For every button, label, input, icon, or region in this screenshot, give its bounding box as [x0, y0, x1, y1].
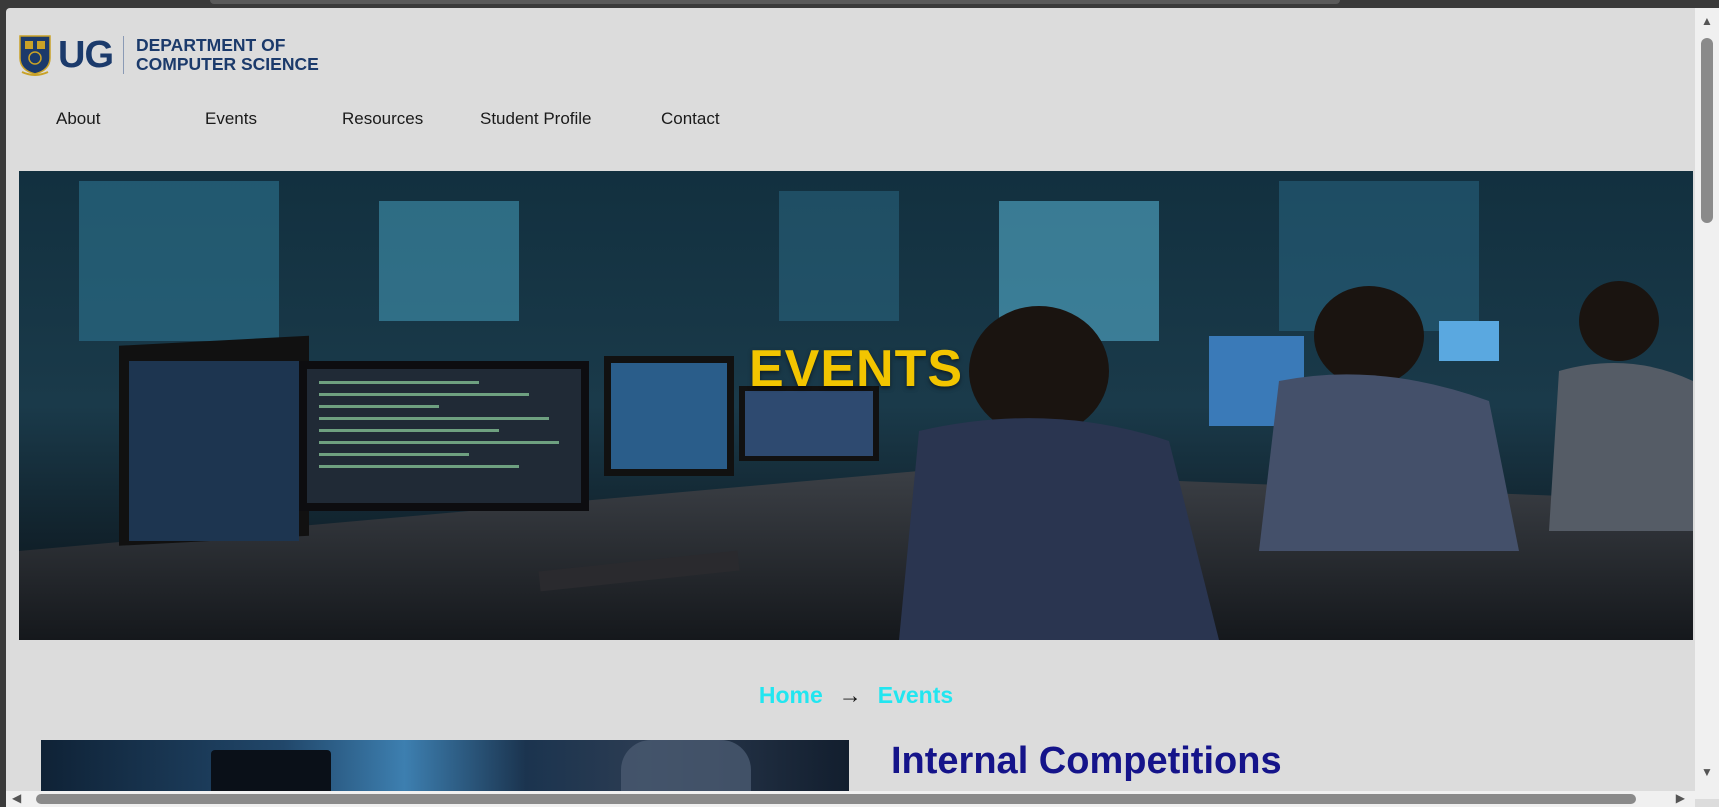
university-crest-icon — [18, 34, 52, 76]
scroll-right-icon[interactable]: ▶ — [1676, 791, 1685, 805]
page-viewport: UG DEPARTMENT OF COMPUTER SCIENCE About … — [6, 8, 1719, 807]
breadcrumb-arrow-icon: → — [838, 682, 862, 708]
breadcrumb-home[interactable]: Home — [759, 682, 823, 708]
horizontal-scroll-thumb[interactable] — [36, 794, 1636, 804]
logo-divider — [123, 36, 124, 74]
browser-top-strip — [0, 0, 1719, 8]
vertical-scrollbar[interactable]: ▲ ▼ — [1695, 8, 1719, 799]
horizontal-scrollbar[interactable]: ◀ ▶ — [6, 791, 1695, 807]
department-name: DEPARTMENT OF COMPUTER SCIENCE — [136, 36, 319, 74]
scroll-down-icon[interactable]: ▼ — [1701, 765, 1713, 779]
nav-events[interactable]: Events — [205, 109, 257, 129]
nav-about[interactable]: About — [56, 109, 100, 129]
nav-resources[interactable]: Resources — [342, 109, 423, 129]
dept-line-1: DEPARTMENT OF — [136, 35, 286, 55]
breadcrumb: Home → Events — [6, 682, 1706, 709]
nav-contact[interactable]: Contact — [661, 109, 720, 129]
hero-image — [19, 171, 1693, 640]
dept-line-2: COMPUTER SCIENCE — [136, 54, 319, 74]
scroll-left-icon[interactable]: ◀ — [12, 791, 21, 805]
vertical-scroll-thumb[interactable] — [1701, 38, 1713, 223]
section-title: Internal Competitions — [891, 740, 1282, 782]
hero-title: EVENTS — [748, 340, 964, 398]
scroll-up-icon[interactable]: ▲ — [1701, 14, 1713, 28]
site-logo[interactable]: UG DEPARTMENT OF COMPUTER SCIENCE — [18, 34, 319, 76]
nav-student-profile[interactable]: Student Profile — [480, 109, 592, 129]
browser-tab-bar — [210, 0, 1340, 4]
hero-banner: EVENTS — [19, 171, 1693, 640]
logo-ug-text: UG — [58, 34, 114, 76]
breadcrumb-current[interactable]: Events — [878, 682, 953, 708]
